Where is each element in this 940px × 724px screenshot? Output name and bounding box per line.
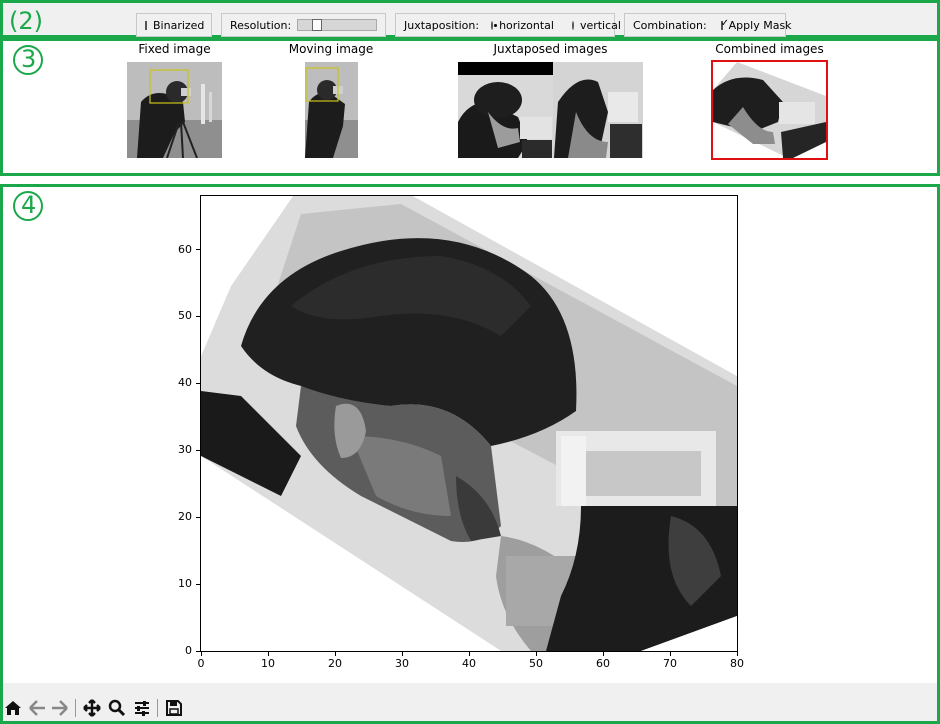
y-tick-mark [196,516,200,518]
save-button[interactable] [165,699,183,717]
binarized-group: Binarized [136,13,212,37]
home-button[interactable] [4,699,22,717]
fixed-image-thumbnail[interactable] [127,62,222,158]
resolution-slider[interactable] [297,19,377,31]
x-tick-mark [669,652,671,656]
x-tick-label: 30 [395,657,409,670]
x-tick-mark [468,652,470,656]
combination-group: Combination: Apply Mask [624,13,792,37]
moving-image-thumbnail[interactable] [305,62,358,158]
juxtaposed-images-graphic [458,62,643,158]
back-button[interactable] [28,699,46,717]
moving-image-graphic [305,62,358,158]
y-tick-label: 20 [178,510,192,524]
pan-icon [83,699,101,717]
x-tick-mark [535,652,537,656]
combined-images-thumbnail[interactable] [711,60,828,160]
resolution-slider-handle[interactable] [312,19,323,31]
x-tick-label: 0 [197,657,205,670]
x-tick-label: 10 [261,657,275,670]
y-tick-label: 50 [178,309,192,323]
pan-button[interactable] [83,699,101,717]
y-tick-mark [196,583,200,585]
forward-button[interactable] [51,699,69,717]
binarized-checkbox[interactable] [145,20,147,30]
x-tick-label: 20 [328,657,342,670]
resolution-label: Resolution: [230,18,292,32]
y-tick-label: 60 [178,242,192,256]
x-tick-mark [602,652,604,656]
juxtaposed-images-title: Juxtaposed images [493,42,608,56]
x-tick-label: 80 [730,657,744,670]
home-icon [5,701,21,715]
controls-panel: (2) Binarized Resolution: Juxtaposition:… [0,0,940,38]
y-tick-mark [196,382,200,384]
x-tick-mark [401,652,403,656]
x-tick-mark [736,652,738,656]
fixed-image-title: Fixed image [138,42,211,56]
x-tick-label: 50 [529,657,543,670]
panel-number-2: (2) [9,7,44,35]
configure-button[interactable] [133,699,151,717]
combined-images-graphic [713,62,826,158]
toolbar-separator [157,699,158,717]
sliders-icon [135,701,149,716]
fixed-image-graphic [127,62,222,158]
zoom-icon [108,699,126,717]
x-tick-label: 60 [596,657,610,670]
horizontal-label: horizontal [499,18,554,32]
juxtaposed-images-thumbnail[interactable] [458,62,643,158]
vertical-radio[interactable] [571,20,574,30]
y-tick-label: 40 [178,376,192,390]
arrow-right-icon [52,700,68,716]
y-tick-label: 10 [178,577,192,591]
y-tick-mark [196,249,200,251]
panel-number-4: 4 [21,191,37,219]
combined-images-title: Combined images [715,42,824,56]
heatmap-axes[interactable] [200,195,738,652]
y-tick-mark [196,449,200,451]
x-tick-label: 70 [663,657,677,670]
x-tick-mark [334,652,336,656]
y-tick-label: 30 [178,443,192,457]
horizontal-radio[interactable] [491,20,498,30]
heatmap-image [201,196,737,651]
x-tick-mark [200,652,202,656]
apply-mask-checkbox[interactable] [720,18,729,30]
zoom-button[interactable] [108,699,126,717]
juxtaposition-group: Juxtaposition: horizontal vertical [395,13,621,37]
juxtaposition-label: Juxtaposition: [404,18,480,32]
vertical-label: vertical [579,18,621,32]
combination-label: Combination: [633,18,707,32]
x-tick-mark [267,652,269,656]
y-tick-mark [196,650,200,652]
toolbar-separator [75,699,76,717]
apply-mask-label: Apply Mask [728,18,792,32]
binarized-label: Binarized [153,18,205,32]
x-tick-label: 40 [462,657,476,670]
moving-image-title: Moving image [288,42,374,56]
arrow-left-icon [29,700,45,716]
y-tick-label: 0 [185,644,192,657]
resolution-group: Resolution: [221,13,386,37]
y-tick-mark [196,315,200,317]
panel-number-3: 3 [21,45,37,73]
save-icon [166,700,182,716]
